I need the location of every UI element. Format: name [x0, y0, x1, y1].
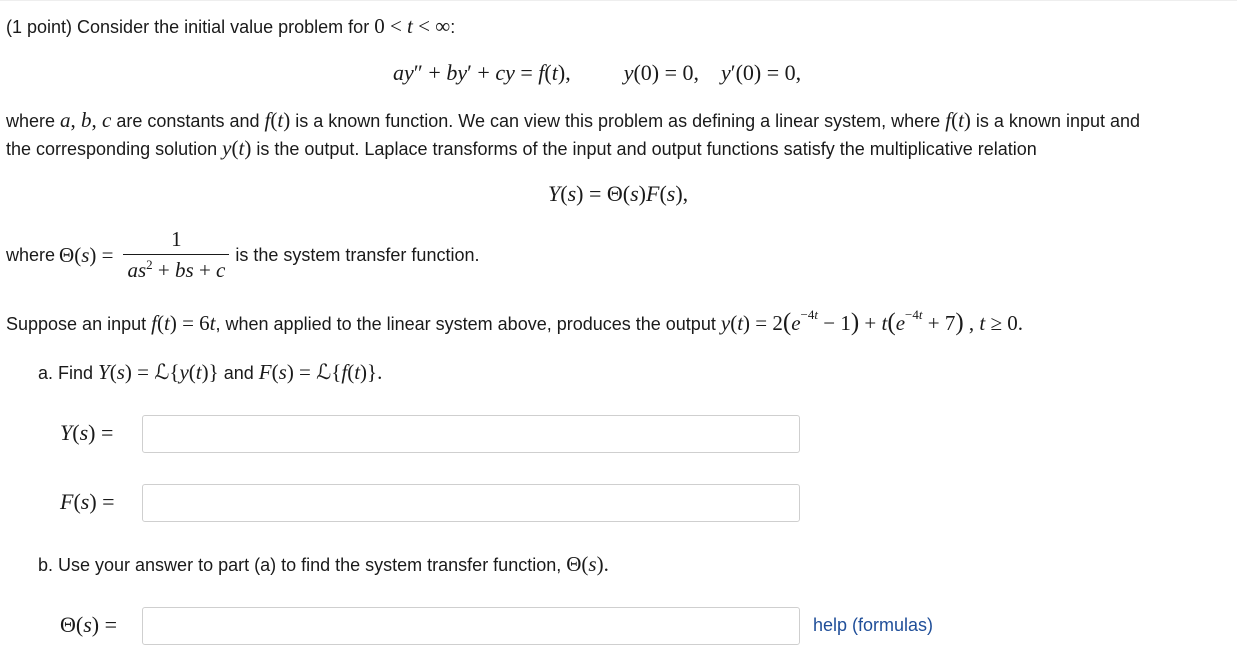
Theta-answer-input[interactable]	[142, 607, 800, 645]
Y-answer-input[interactable]	[142, 415, 800, 453]
transfer-function-definition: where Θ(s) = 1 as2 + bs + c is the syste…	[6, 227, 480, 283]
F-label: F(s) =	[60, 489, 115, 514]
F-answer-input[interactable]	[142, 484, 800, 522]
transfer-fraction: 1 as2 + bs + c	[123, 227, 230, 283]
paragraph-line-2: the corresponding solution y(t) is the o…	[6, 136, 1037, 160]
top-divider	[0, 0, 1237, 1]
part-a-prompt: a. Find Y(s) = ℒ{y(t)} and F(s) = ℒ{f(t)…	[38, 360, 383, 384]
suppose-line: Suppose an input f(t) = 6t, when applied…	[6, 307, 1024, 336]
ode-equation: ay″ + by′ + cy = f(t), y(0) = 0, y′(0) =…	[393, 60, 802, 85]
problem-intro: (1 point) Consider the initial value pro…	[6, 14, 456, 38]
paragraph-line-1: where a, b, c are constants and f(t) is …	[6, 108, 1141, 132]
Theta-label: Θ(s) =	[60, 612, 118, 637]
help-formulas-link[interactable]: help (formulas)	[813, 615, 933, 636]
Y-label: Y(s) =	[60, 420, 114, 445]
laplace-relation: Y(s) = Θ(s)F(s),	[548, 181, 689, 206]
part-b-prompt: b. Use your answer to part (a) to find t…	[38, 552, 609, 576]
